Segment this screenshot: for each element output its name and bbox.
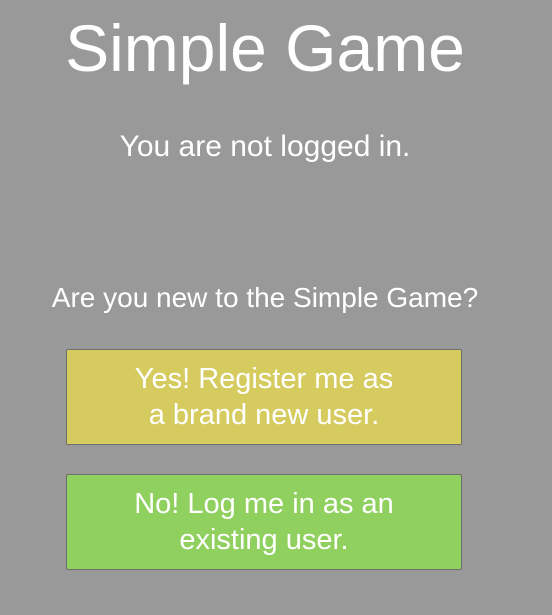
login-status-text: You are not logged in. <box>119 130 411 163</box>
register-button-label-line1: Yes! Register me as <box>134 363 394 395</box>
register-button[interactable]: Yes! Register me as a brand new user. <box>66 349 462 445</box>
login-button-label-line1: No! Log me in as an <box>134 488 394 520</box>
login-button[interactable]: No! Log me in as an existing user. <box>66 474 462 570</box>
login-button-label-line2: existing user. <box>179 524 349 556</box>
register-button-label-line2: a brand new user. <box>148 399 380 431</box>
game-title: Simple Game <box>65 11 465 85</box>
new-user-question: Are you new to the Simple Game? <box>51 282 479 313</box>
